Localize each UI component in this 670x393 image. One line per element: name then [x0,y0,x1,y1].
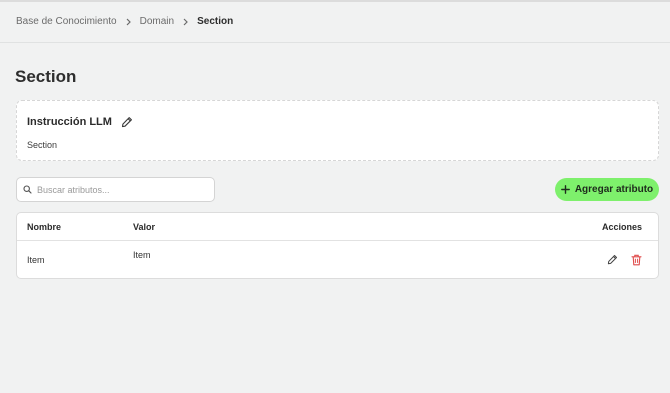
llm-instruction-header: Instrucción LLM [27,116,133,128]
breadcrumb: Base de Conocimiento Domain Section [16,16,233,27]
breadcrumb-item-domain[interactable]: Domain [140,16,174,27]
breadcrumb-item-knowledge-base[interactable]: Base de Conocimiento [16,16,117,27]
table-row: Item Item [17,241,658,278]
breadcrumb-item-section: Section [197,16,234,27]
edit-llm-instruction-button[interactable] [121,116,133,128]
pencil-icon [607,254,618,265]
edit-row-button[interactable] [607,254,618,265]
chevron-right-icon [125,18,132,26]
table-header: Nombre Valor Acciones [17,213,658,241]
trash-icon [631,254,642,266]
llm-instruction-value: Section [27,140,58,150]
add-attribute-button[interactable]: Agregar atributo [555,178,659,201]
chevron-right-icon [182,18,189,26]
search-box [16,177,215,202]
pencil-icon [121,117,132,128]
llm-instruction-card: Instrucción LLM Section [16,100,659,161]
add-attribute-label: Agregar atributo [574,184,654,195]
column-header-value: Valor [133,222,156,232]
llm-instruction-title: Instrucción LLM [27,116,112,128]
plus-icon [560,185,570,194]
cell-value: Item [133,250,151,260]
top-bar: Base de Conocimiento Domain Section [0,0,670,43]
column-header-name: Nombre [27,222,62,232]
attributes-table: Nombre Valor Acciones Item Item [16,212,659,279]
search-icon [23,185,32,194]
page-title: Section [15,67,77,86]
search-input[interactable] [37,184,197,195]
delete-row-button[interactable] [631,254,642,266]
cell-name: Item [27,255,45,265]
column-header-actions: Acciones [602,222,643,232]
